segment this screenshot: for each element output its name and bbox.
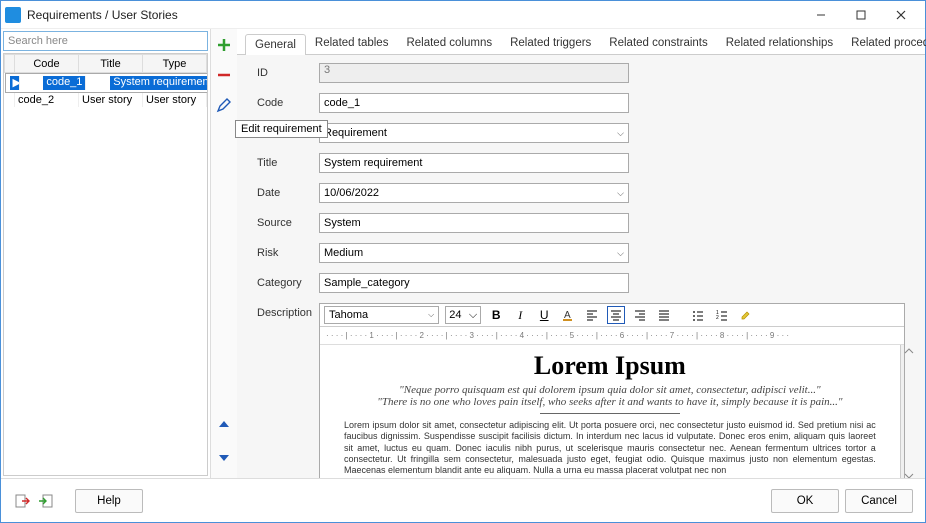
col-code[interactable]: Code	[15, 55, 79, 73]
id-label: ID	[257, 67, 319, 79]
doc-divider	[540, 413, 680, 414]
chevron-down-icon: ⌵	[428, 310, 434, 320]
description-editor[interactable]: Tahoma⌵ 24⌵ B I U A 12	[319, 303, 905, 478]
move-up-button[interactable]	[214, 416, 234, 436]
tab-related-procedures[interactable]: Related procedures	[842, 33, 926, 54]
tab-related-constraints[interactable]: Related constraints	[600, 33, 716, 54]
align-center-button[interactable]	[607, 306, 625, 324]
number-list-button[interactable]: 12	[713, 306, 731, 324]
tab-related-relationships[interactable]: Related relationships	[717, 33, 842, 54]
help-button[interactable]: Help	[75, 489, 143, 513]
import-icon[interactable]	[37, 492, 55, 510]
app-icon	[5, 7, 21, 23]
window-title: Requirements / User Stories	[27, 8, 801, 22]
align-justify-button[interactable]	[655, 306, 673, 324]
move-down-button[interactable]	[214, 446, 234, 466]
align-right-button[interactable]	[631, 306, 649, 324]
export-icon[interactable]	[13, 492, 31, 510]
tab-related-tables[interactable]: Related tables	[306, 33, 398, 54]
ok-button[interactable]: OK	[771, 489, 839, 513]
category-field[interactable]	[319, 273, 629, 293]
col-title[interactable]: Title	[79, 55, 143, 73]
font-select[interactable]: Tahoma⌵	[324, 306, 439, 324]
close-button[interactable]	[881, 5, 921, 25]
title-label: Title	[257, 157, 319, 169]
requirements-grid[interactable]: Code Title Type ▶code_1System requiremen…	[3, 53, 208, 476]
code-label: Code	[257, 97, 319, 109]
date-select[interactable]: 10/06/2022⌵	[319, 183, 629, 203]
edit-button[interactable]	[214, 95, 234, 115]
col-type[interactable]: Type	[143, 55, 207, 73]
align-left-button[interactable]	[583, 306, 601, 324]
title-field[interactable]	[319, 153, 629, 173]
doc-quote-2: "There is no one who loves pain itself, …	[344, 396, 876, 408]
maximize-button[interactable]	[841, 5, 881, 25]
risk-label: Risk	[257, 247, 319, 259]
edit-tooltip: Edit requirement	[235, 120, 328, 138]
id-field: 3	[319, 63, 629, 83]
ruler: · · · · | · · · · 1 · · · · | · · · · 2 …	[320, 327, 904, 345]
code-field[interactable]	[319, 93, 629, 113]
source-label: Source	[257, 217, 319, 229]
tab-related-columns[interactable]: Related columns	[397, 33, 501, 54]
font-color-button[interactable]: A	[559, 306, 577, 324]
title-bar: Requirements / User Stories	[1, 1, 925, 29]
cancel-button[interactable]: Cancel	[845, 489, 913, 513]
highlight-button[interactable]	[737, 306, 755, 324]
search-input[interactable]: Search here	[3, 31, 208, 51]
svg-text:2: 2	[716, 315, 719, 321]
table-row[interactable]: code_2User storyUser story	[5, 93, 207, 107]
type-select[interactable]: Requirement⌵	[319, 123, 629, 143]
source-field[interactable]	[319, 213, 629, 233]
add-button[interactable]	[214, 35, 234, 55]
doc-quote-1: "Neque porro quisquam est qui dolorem ip…	[344, 384, 876, 396]
editor-scrollbar[interactable]	[900, 345, 904, 478]
chevron-down-icon: ⌵	[617, 128, 624, 139]
description-label: Description	[257, 303, 319, 319]
date-label: Date	[257, 187, 319, 199]
tab-related-triggers[interactable]: Related triggers	[501, 33, 600, 54]
table-row[interactable]: ▶code_1System requirementRequirement	[5, 73, 209, 93]
remove-button[interactable]	[214, 65, 234, 85]
bold-button[interactable]: B	[487, 306, 505, 324]
bullet-list-button[interactable]	[689, 306, 707, 324]
minimize-button[interactable]	[801, 5, 841, 25]
category-label: Category	[257, 277, 319, 289]
font-size-select[interactable]: 24⌵	[445, 306, 481, 324]
italic-button[interactable]: I	[511, 306, 529, 324]
doc-title: Lorem Ipsum	[344, 351, 876, 381]
tab-general[interactable]: General	[245, 34, 306, 55]
underline-button[interactable]: U	[535, 306, 553, 324]
risk-select[interactable]: Medium⌵	[319, 243, 629, 263]
chevron-down-icon: ⌵	[469, 309, 477, 322]
chevron-down-icon: ⌵	[617, 248, 624, 259]
doc-paragraph: Lorem ipsum dolor sit amet, consectetur …	[344, 420, 876, 476]
chevron-down-icon: ⌵	[617, 188, 624, 199]
